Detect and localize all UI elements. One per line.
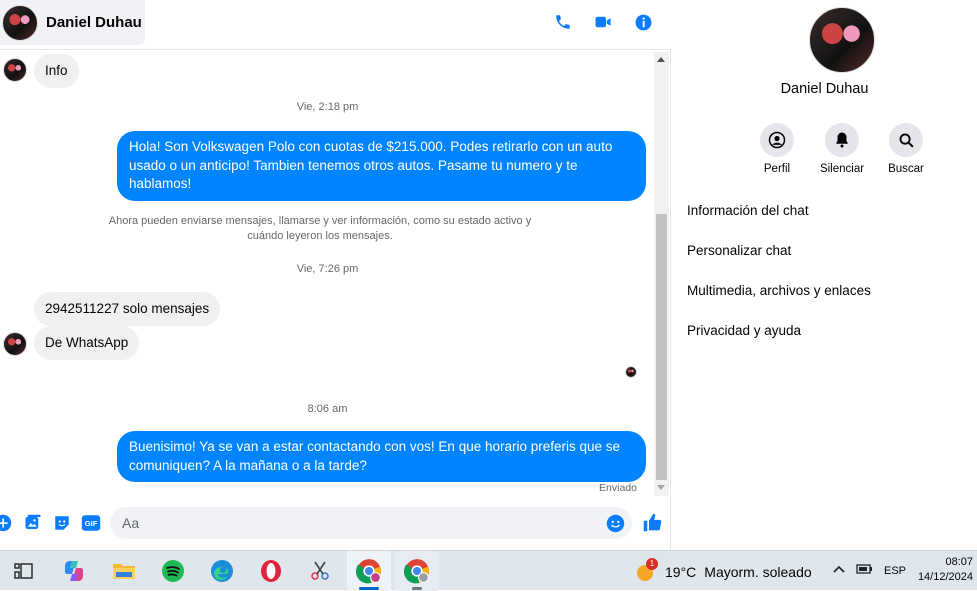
header-actions bbox=[553, 12, 653, 32]
info-menu: Información del chat Personalizar chat M… bbox=[687, 200, 871, 360]
info-icon[interactable] bbox=[633, 12, 653, 32]
gif-icon[interactable]: GIF bbox=[81, 514, 101, 537]
message-list[interactable]: Info Vie, 2:18 pm Hola! Son Volkswagen P… bbox=[0, 50, 655, 498]
read-receipt-avatar bbox=[625, 366, 637, 378]
scroll-down-arrow[interactable] bbox=[657, 485, 665, 490]
chrome-profile-icon[interactable] bbox=[355, 557, 383, 585]
composer: GIF Aa bbox=[0, 503, 671, 543]
profile-icon-wrap bbox=[760, 123, 794, 157]
task-view-icon[interactable] bbox=[10, 557, 38, 585]
incoming-message[interactable]: 2942511227 solo mensajes bbox=[34, 292, 221, 326]
battery-network-icon[interactable] bbox=[856, 562, 874, 579]
svg-text:GIF: GIF bbox=[85, 519, 98, 528]
plus-icon[interactable] bbox=[0, 514, 12, 537]
menu-item-customize-chat[interactable]: Personalizar chat bbox=[687, 240, 871, 280]
chrome-icon[interactable] bbox=[403, 557, 431, 585]
search-button[interactable]: Buscar bbox=[871, 123, 941, 175]
chevron-up-icon[interactable] bbox=[832, 564, 846, 577]
contact-name: Daniel Duhau bbox=[46, 14, 142, 31]
avatar bbox=[3, 58, 27, 82]
search-icon bbox=[899, 133, 914, 148]
file-explorer-icon[interactable] bbox=[110, 557, 138, 585]
edge-icon[interactable] bbox=[208, 557, 236, 585]
mute-button[interactable]: Silenciar bbox=[807, 123, 877, 175]
language-indicator[interactable]: ESP bbox=[884, 565, 906, 577]
scrollbar[interactable] bbox=[654, 52, 669, 496]
clock-time: 08:07 bbox=[945, 556, 973, 568]
search-label: Buscar bbox=[888, 163, 924, 175]
system-tray: ESP bbox=[832, 562, 906, 579]
menu-item-media-files-links[interactable]: Multimedia, archivos y enlaces bbox=[687, 280, 871, 320]
sticker-icon[interactable] bbox=[53, 514, 71, 537]
weather-temp: 19°C bbox=[665, 564, 697, 580]
emoji-icon[interactable] bbox=[606, 514, 625, 538]
profile-label: Perfil bbox=[763, 163, 791, 175]
chat-pane: Daniel Duhau Info Vie, 2:18 pm Hola! Son… bbox=[0, 0, 671, 550]
contact-name: Daniel Duhau bbox=[780, 81, 869, 97]
taskbar: 1 19°C Mayorm. soleado ESP 08:07 14/12/2… bbox=[0, 550, 977, 591]
scroll-thumb[interactable] bbox=[656, 214, 667, 480]
message-input[interactable]: Aa bbox=[110, 507, 632, 539]
message-status: Enviado bbox=[599, 482, 637, 494]
mute-icon-wrap bbox=[825, 123, 859, 157]
thumbs-up-icon[interactable] bbox=[642, 512, 663, 538]
clock[interactable]: 08:07 14/12/2024 bbox=[918, 555, 973, 585]
notification-badge: 1 bbox=[646, 558, 658, 570]
snipping-tool-icon[interactable] bbox=[306, 557, 334, 585]
system-message: Ahora pueden enviarse mensajes, llamarse… bbox=[108, 215, 532, 242]
search-icon-wrap bbox=[889, 123, 923, 157]
phone-icon[interactable] bbox=[553, 12, 573, 32]
incoming-message[interactable]: Info bbox=[34, 54, 79, 88]
spotify-icon[interactable] bbox=[159, 557, 187, 585]
contact-header-button[interactable]: Daniel Duhau bbox=[0, 0, 145, 45]
avatar bbox=[809, 7, 875, 73]
mute-label: Silenciar bbox=[819, 163, 865, 175]
scroll-up-arrow[interactable] bbox=[657, 57, 665, 62]
conversation-info-pane: Daniel Duhau Perfil Silenciar Buscar Inf… bbox=[672, 0, 977, 550]
menu-item-privacy-help[interactable]: Privacidad y ayuda bbox=[687, 320, 871, 360]
weather-description: Mayorm. soleado bbox=[704, 564, 812, 580]
opera-icon[interactable] bbox=[257, 557, 285, 585]
clock-date: 14/12/2024 bbox=[917, 571, 973, 583]
profile-button[interactable]: Perfil bbox=[742, 123, 812, 175]
sun-icon: 1 bbox=[635, 558, 658, 583]
copilot-icon[interactable] bbox=[60, 557, 88, 585]
timestamp: 8:06 am bbox=[307, 403, 348, 415]
video-call-icon[interactable] bbox=[593, 12, 613, 32]
chat-header: Daniel Duhau bbox=[0, 0, 671, 50]
timestamp: Vie, 2:18 pm bbox=[296, 101, 359, 113]
user-circle-icon bbox=[768, 131, 786, 149]
avatar bbox=[2, 4, 38, 41]
image-icon[interactable] bbox=[24, 514, 42, 537]
bell-icon bbox=[836, 132, 848, 148]
outgoing-message[interactable]: Hola! Son Volkswagen Polo con cuotas de … bbox=[117, 131, 646, 201]
weather-widget[interactable]: 1 19°C Mayorm. soleado bbox=[635, 558, 812, 583]
avatar bbox=[3, 332, 27, 356]
timestamp: Vie, 7:26 pm bbox=[296, 263, 359, 275]
messenger-window: Daniel Duhau Info Vie, 2:18 pm Hola! Son… bbox=[0, 0, 977, 550]
menu-item-chat-info[interactable]: Información del chat bbox=[687, 200, 871, 240]
info-actions: Perfil Silenciar Buscar bbox=[672, 123, 977, 183]
outgoing-message[interactable]: Buenisimo! Ya se van a estar contactando… bbox=[117, 431, 646, 482]
incoming-message[interactable]: De WhatsApp bbox=[34, 326, 140, 360]
